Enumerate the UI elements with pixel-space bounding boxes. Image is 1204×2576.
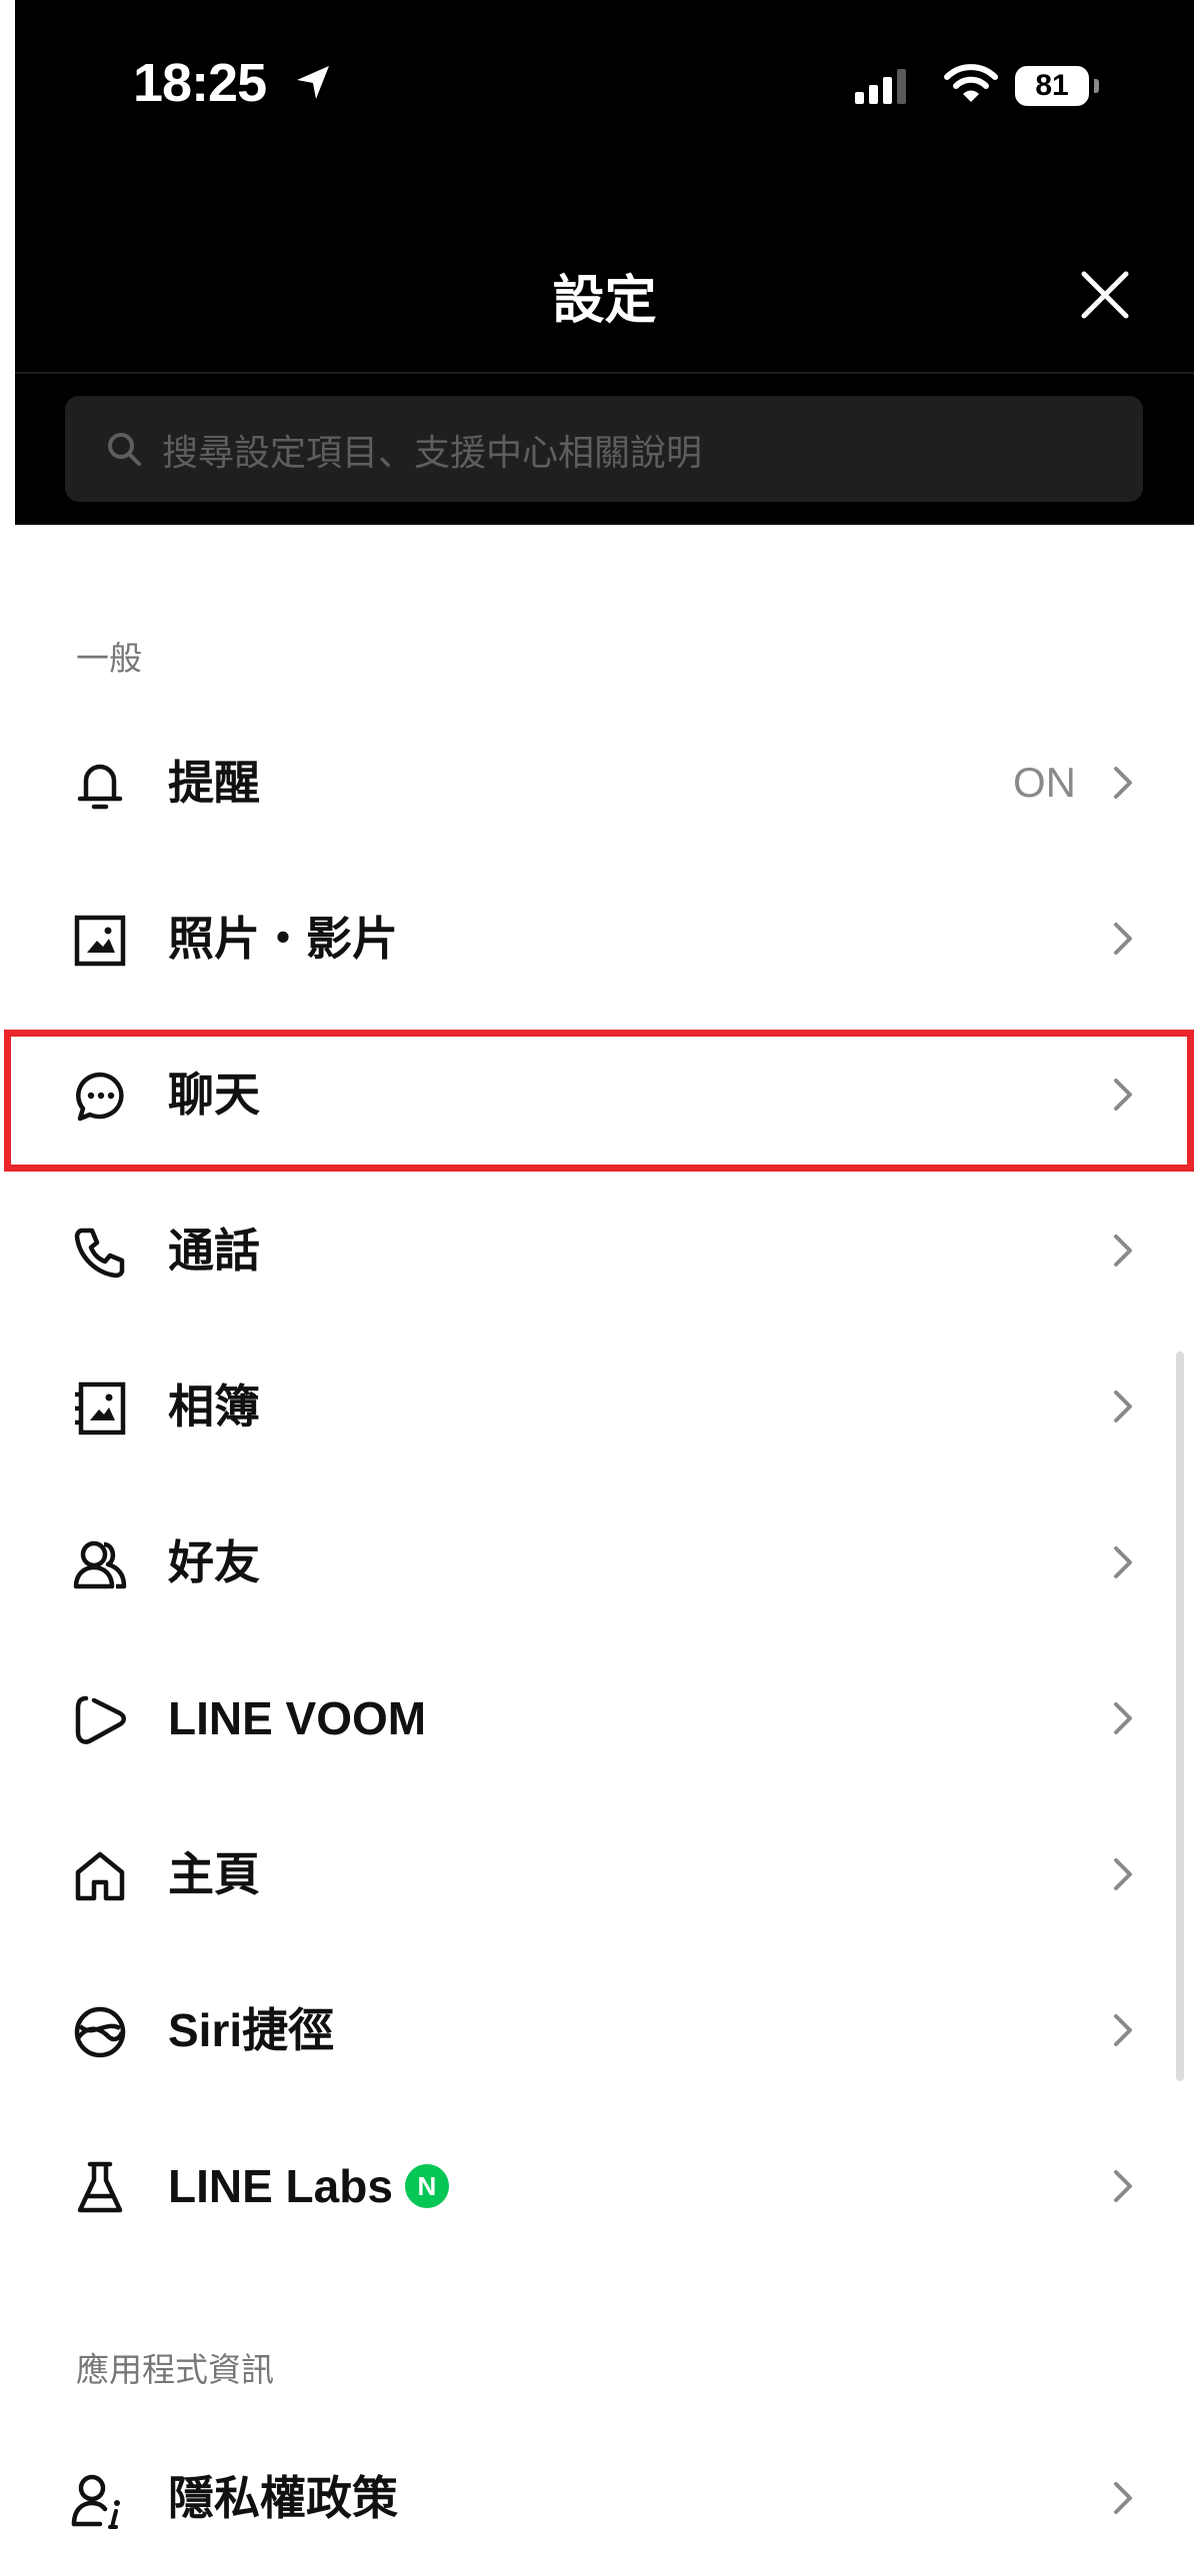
settings-item-label: LINE VOOM bbox=[168, 1692, 427, 1744]
settings-item-label: 相簿 bbox=[168, 1380, 260, 1432]
image-icon bbox=[74, 915, 126, 967]
flask-icon bbox=[77, 2161, 123, 2213]
location-arrow-icon bbox=[297, 66, 329, 99]
header-divider bbox=[15, 372, 1194, 374]
settings-item-line-labs[interactable]: LINE Labs N bbox=[0, 2108, 1204, 2264]
phone-icon bbox=[74, 1228, 125, 1279]
chevron-right-icon bbox=[1114, 2014, 1132, 2046]
page-title: 設定 bbox=[552, 272, 657, 330]
album-icon bbox=[75, 1381, 126, 1435]
settings-item-label: Siri捷徑 bbox=[168, 2004, 335, 2056]
settings-item-label: 通話 bbox=[168, 1225, 260, 1277]
chevron-right-icon bbox=[1114, 1702, 1132, 1734]
settings-item-notifications[interactable]: 提醒 ON bbox=[0, 705, 1204, 861]
section-header-general: 一般 bbox=[76, 640, 142, 677]
siri-icon bbox=[74, 2006, 126, 2058]
settings-item-friends[interactable]: 好友 bbox=[0, 1484, 1204, 1640]
chevron-right-icon bbox=[1114, 767, 1132, 799]
chevron-right-icon bbox=[1114, 1546, 1132, 1578]
settings-item-label: 照片・影片 bbox=[168, 913, 398, 965]
settings-item-siri-shortcuts[interactable]: Siri捷徑 bbox=[0, 1952, 1204, 2108]
labs-label-text: LINE Labs bbox=[168, 2160, 393, 2212]
settings-item-line-voom[interactable]: LINE VOOM bbox=[0, 1640, 1204, 1796]
settings-item-home[interactable]: 主頁 bbox=[0, 1796, 1204, 1952]
search-input[interactable]: 搜尋設定項目、支援中心相關說明 bbox=[65, 396, 1143, 502]
friends-icon bbox=[73, 1540, 127, 1589]
close-icon[interactable] bbox=[1070, 260, 1140, 330]
battery-cap bbox=[1094, 79, 1099, 93]
chevron-right-icon bbox=[1114, 2482, 1132, 2514]
settings-header: 18:25 81 設定 搜尋設定項目、支援中心相關說明 bbox=[15, 0, 1194, 525]
chat-item-highlight-box bbox=[4, 1030, 1194, 1172]
settings-item-label: 提醒 bbox=[168, 757, 260, 809]
new-badge: N bbox=[404, 2163, 449, 2208]
settings-item-label: 好友 bbox=[168, 1536, 260, 1588]
chevron-right-icon bbox=[1114, 1390, 1132, 1422]
section-header-app-info: 應用程式資訊 bbox=[76, 2351, 274, 2388]
settings-item-privacy-policy[interactable]: 隱私權政策 bbox=[0, 2420, 1204, 2576]
notifications-status: ON bbox=[1013, 759, 1076, 806]
voom-icon bbox=[75, 1695, 126, 1744]
privacy-icon bbox=[71, 2474, 120, 2529]
cellular-signal-icon bbox=[855, 69, 906, 104]
chevron-right-icon bbox=[1114, 923, 1132, 955]
settings-item-label: LINE Labs N bbox=[168, 2108, 449, 2264]
home-icon bbox=[75, 1851, 125, 1901]
scrollbar[interactable] bbox=[1176, 1351, 1184, 2081]
settings-item-calls[interactable]: 通話 bbox=[0, 1173, 1204, 1328]
status-bar: 18:25 81 bbox=[15, 0, 1194, 170]
settings-item-albums[interactable]: 相簿 bbox=[0, 1328, 1204, 1484]
settings-item-photos[interactable]: 照片・影片 bbox=[0, 861, 1204, 1017]
status-time: 18:25 bbox=[133, 53, 267, 113]
wifi-icon bbox=[944, 64, 998, 102]
chevron-right-icon bbox=[1114, 2170, 1132, 2202]
battery-indicator: 81 bbox=[1015, 66, 1089, 106]
chevron-right-icon bbox=[1114, 1235, 1132, 1267]
search-icon bbox=[108, 433, 141, 466]
settings-item-label: 隱私權政策 bbox=[168, 2472, 398, 2524]
search-placeholder: 搜尋設定項目、支援中心相關說明 bbox=[162, 432, 703, 473]
chevron-right-icon bbox=[1114, 1858, 1132, 1890]
bell-icon bbox=[77, 764, 123, 810]
settings-item-label: 主頁 bbox=[168, 1848, 260, 1900]
